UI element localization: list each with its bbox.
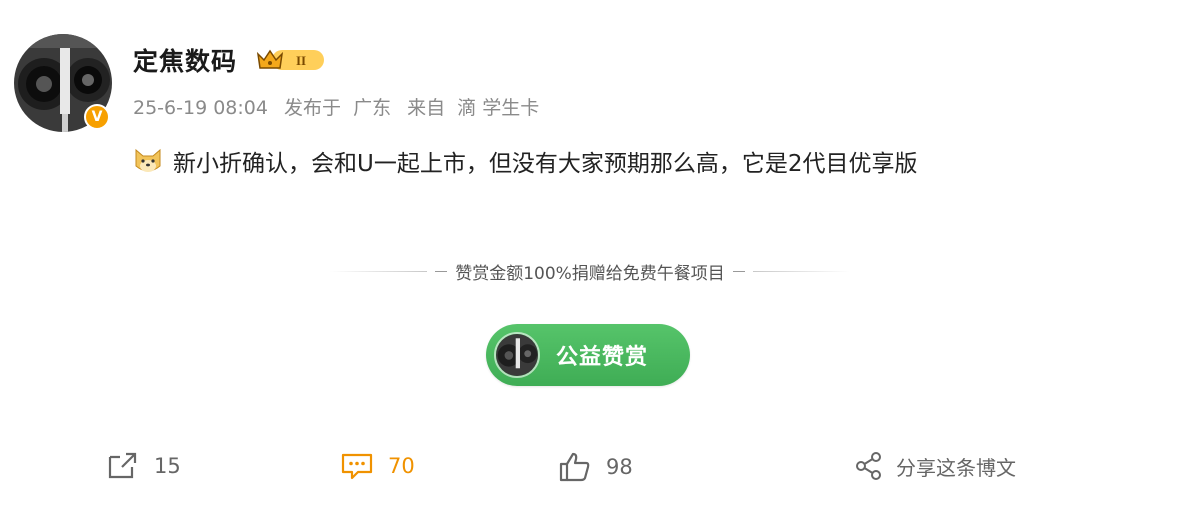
share-post-button[interactable]: 分享这条博文 [854, 451, 1016, 481]
repost-count: 15 [154, 454, 181, 478]
repost-icon [108, 452, 137, 479]
like-button[interactable]: 98 [558, 451, 633, 483]
post-meta: 25-6-19 08:04 发布于 广东 来自 滴 学生卡 [133, 93, 549, 120]
action-bar: 15 70 98 分享这条博文 [0, 445, 1184, 495]
post-text: 新小折确认，会和U一起上市，但没有大家预期那么高，它是2代目优享版 [173, 151, 918, 177]
doge-emoji-icon [135, 148, 161, 172]
donate-button-label: 公益赞赏 [556, 345, 649, 370]
post-source[interactable]: 滴 学生卡 [457, 97, 539, 119]
repost-button[interactable]: 15 [106, 451, 181, 481]
share-label: 分享这条博文 [896, 455, 1016, 480]
comment-button[interactable]: 70 [340, 451, 415, 481]
post-location: 广东 [353, 97, 392, 119]
donate-avatar [494, 332, 540, 378]
post-time[interactable]: 25-6-19 08:04 [133, 97, 268, 119]
dash-left [435, 270, 448, 272]
username[interactable]: 定焦数码 [133, 42, 237, 78]
comment-count: 70 [388, 454, 415, 478]
share-icon [856, 452, 881, 480]
donation-notice-text: 赞赏金额100%捐赠给免费午餐项目 [455, 263, 725, 284]
post-content: 新小折确认，会和U一起上市，但没有大家预期那么高，它是2代目优享版 [133, 144, 917, 178]
publish-label: 发布于 [284, 97, 342, 119]
source-label: 来自 [407, 97, 446, 119]
vip-crown-badge-icon[interactable]: II [256, 46, 326, 72]
thumbs-up-icon [559, 452, 590, 482]
like-count: 98 [606, 455, 633, 479]
weibo-post-card: V 定焦数码 II 25-6-19 08:04 发布于 广东 来自 滴 学生卡 … [0, 0, 1184, 508]
divider-right [752, 270, 851, 272]
divider-left [330, 270, 428, 272]
verified-icon: V [84, 104, 110, 130]
comment-icon [341, 453, 373, 480]
donation-notice: 赞赏金额100%捐赠给免费午餐项目 [330, 257, 851, 285]
charity-donate-button[interactable]: 公益赞赏 [486, 324, 690, 386]
vip-badge-level: II [296, 53, 306, 68]
dash-right [732, 270, 745, 272]
